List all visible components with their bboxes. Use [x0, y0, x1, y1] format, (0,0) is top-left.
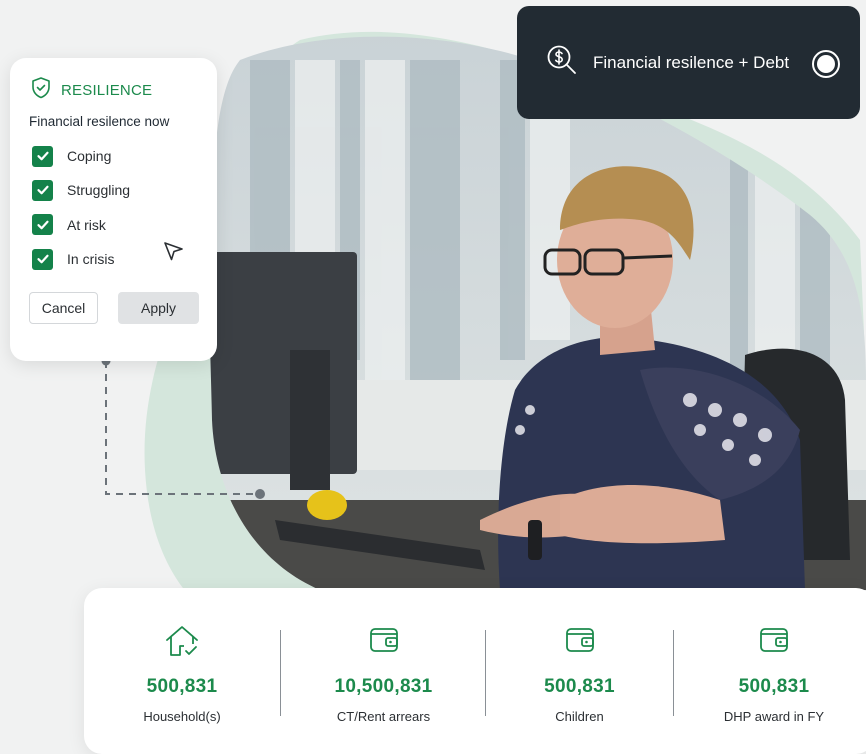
filter-header: RESILIENCE — [29, 76, 199, 105]
filter-title: RESILIENCE — [61, 81, 153, 99]
stat-label: Household(s) — [143, 709, 221, 724]
stat-children: 500,831 Children — [486, 588, 673, 754]
filter-subtitle: Financial resilence now — [29, 114, 170, 129]
option-at-risk[interactable]: At risk — [29, 208, 199, 242]
stat-arrears: 10,500,831 CT/Rent arrears — [281, 588, 486, 754]
checkbox-checked-icon[interactable] — [32, 248, 53, 270]
stat-value: 10,500,831 — [334, 676, 433, 697]
radio-selected-icon[interactable] — [811, 49, 841, 84]
stat-label: DHP award in FY — [723, 709, 825, 724]
resilience-filter-card: RESILIENCE Financial resilence now Copin… — [10, 58, 217, 361]
stat-label: CT/Rent arrears — [336, 709, 431, 724]
stat-label: Children — [555, 709, 604, 724]
stat-dhp-award: 500,831 DHP award in FY — [674, 588, 866, 754]
debt-card-label: Financial resilence + Debt — [593, 53, 790, 72]
dollar-search-icon — [545, 43, 579, 82]
stat-value: 500,831 — [146, 676, 218, 697]
stat-households: 500,831 Household(s) — [84, 588, 280, 754]
option-label: Coping — [67, 148, 112, 165]
option-label: In crisis — [67, 251, 115, 268]
financial-resilience-debt-card[interactable]: Financial resilence + Debt — [517, 6, 860, 119]
checkbox-checked-icon[interactable] — [32, 145, 53, 167]
wallet-icon — [757, 622, 791, 661]
checkbox-checked-icon[interactable] — [32, 214, 53, 236]
wallet-icon — [563, 622, 597, 661]
stat-value: 500,831 — [544, 676, 615, 697]
option-label: At risk — [67, 216, 106, 233]
mouse-cursor-icon — [163, 241, 185, 268]
shield-check-icon — [29, 76, 53, 105]
stat-value: 500,831 — [738, 676, 810, 697]
cancel-button[interactable]: Cancel — [29, 292, 98, 325]
stats-card: 500,831 Household(s) 10,500,831 CT/Rent … — [84, 588, 866, 754]
wallet-icon — [367, 622, 401, 661]
option-coping[interactable]: Coping — [29, 139, 199, 173]
checkbox-checked-icon[interactable] — [32, 179, 53, 201]
house-check-icon — [163, 622, 201, 665]
option-label: Struggling — [67, 182, 131, 199]
apply-button[interactable]: Apply — [118, 292, 199, 325]
filter-actions: Cancel Apply — [29, 292, 199, 325]
option-struggling[interactable]: Struggling — [29, 173, 199, 207]
